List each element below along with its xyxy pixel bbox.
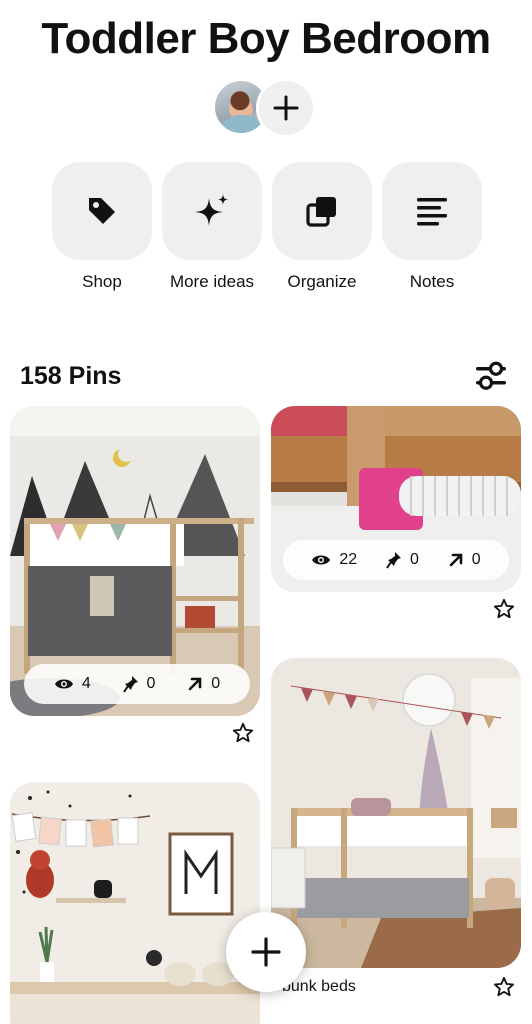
board-title: Toddler Boy Bedroom bbox=[41, 14, 491, 63]
saves-stat: 0 bbox=[386, 551, 419, 569]
pin-count: 158 Pins bbox=[20, 362, 122, 390]
eye-icon bbox=[312, 555, 331, 565]
clicks-count: 0 bbox=[211, 675, 221, 692]
tag-icon bbox=[89, 198, 115, 224]
pushpin-icon bbox=[122, 676, 138, 693]
notes-label: Notes bbox=[409, 272, 455, 291]
pushpin-icon bbox=[386, 552, 401, 569]
collaborators bbox=[212, 78, 322, 140]
star-icon[interactable] bbox=[232, 722, 254, 744]
more-ideas-label: More ideas bbox=[169, 272, 255, 291]
notes-tile[interactable] bbox=[382, 162, 482, 260]
star-icon[interactable] bbox=[493, 976, 515, 998]
arrow-up-right-icon bbox=[188, 677, 202, 691]
views-stat: 22 bbox=[311, 551, 357, 569]
clicks-stat: 0 bbox=[187, 675, 220, 693]
add-pin-button[interactable] bbox=[226, 912, 306, 992]
board-actions: Shop More ideas Organize Notes bbox=[52, 162, 482, 302]
organize-button[interactable]: Organize bbox=[272, 162, 372, 292]
saves-count: 0 bbox=[146, 675, 156, 692]
notes-button[interactable]: Notes bbox=[382, 162, 482, 292]
pin-card[interactable]: 22 0 0 bbox=[271, 406, 521, 592]
clicks-stat: 0 bbox=[448, 551, 481, 569]
pin-image bbox=[10, 782, 260, 1024]
shop-label: Shop bbox=[82, 272, 122, 291]
eye-icon bbox=[54, 679, 73, 689]
pin-card[interactable] bbox=[10, 782, 260, 1024]
shop-tile[interactable] bbox=[52, 162, 152, 260]
pin-stats: 4 0 0 bbox=[24, 664, 250, 704]
views-count: 22 bbox=[339, 551, 358, 568]
add-collaborator-button[interactable] bbox=[256, 78, 316, 138]
pin-stats: 22 0 0 bbox=[283, 540, 509, 580]
arrow-up-right-icon bbox=[449, 553, 462, 567]
sparkle-icon bbox=[195, 194, 228, 226]
pin-card[interactable]: 4 0 0 bbox=[10, 406, 260, 716]
plus-icon bbox=[251, 937, 281, 967]
notes-icon bbox=[417, 198, 447, 226]
clicks-count: 0 bbox=[471, 551, 481, 568]
views-stat: 4 bbox=[54, 675, 91, 693]
shop-button[interactable]: Shop bbox=[52, 162, 152, 292]
organize-tile[interactable] bbox=[272, 162, 372, 260]
saves-stat: 0 bbox=[122, 675, 156, 693]
saves-count: 0 bbox=[409, 551, 419, 568]
views-count: 4 bbox=[81, 675, 91, 692]
more-ideas-button[interactable]: More ideas bbox=[162, 162, 262, 292]
organize-icon bbox=[306, 197, 336, 227]
pin-card[interactable] bbox=[271, 658, 521, 968]
more-ideas-tile[interactable] bbox=[162, 162, 262, 260]
plus-icon bbox=[273, 95, 299, 121]
pin-image bbox=[271, 658, 521, 968]
star-icon[interactable] bbox=[493, 598, 515, 620]
filter-icon[interactable] bbox=[474, 360, 508, 392]
organize-label: Organize bbox=[287, 272, 357, 291]
